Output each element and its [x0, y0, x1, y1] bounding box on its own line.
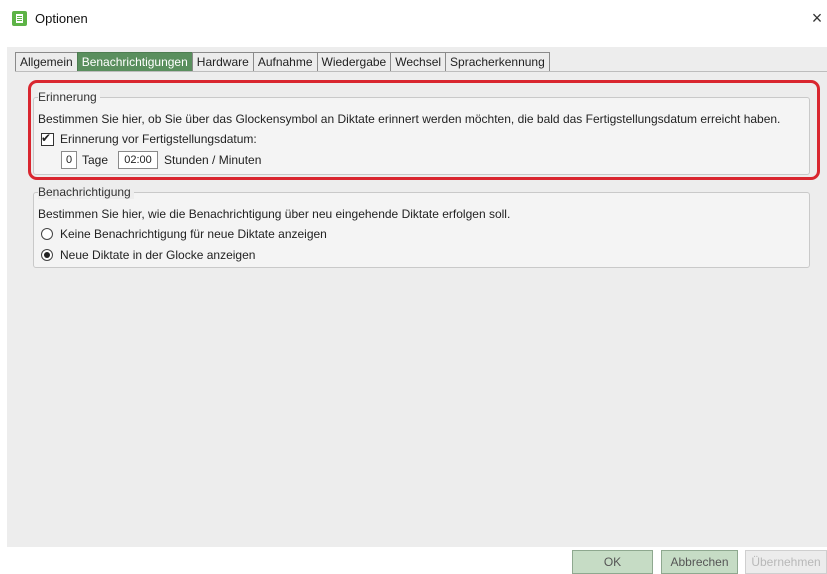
apply-button[interactable]: Übernehmen [745, 550, 827, 574]
time-input[interactable]: 02:00 [118, 151, 158, 169]
reminder-legend: Erinnerung [38, 90, 100, 104]
notification-description: Bestimmen Sie hier, wie die Benachrichti… [38, 207, 511, 221]
time-label: Stunden / Minuten [164, 153, 262, 167]
tab-wechsel[interactable]: Wechsel [390, 52, 447, 72]
title-bar: Optionen × [0, 0, 827, 40]
tab-strip: Allgemein Benachrichtigungen Hardware Au… [15, 52, 550, 72]
radio-selected-dot [44, 252, 50, 258]
tab-benachrichtigungen[interactable]: Benachrichtigungen [76, 52, 193, 72]
radio-no-notification[interactable] [41, 228, 53, 240]
window-title: Optionen [35, 11, 88, 26]
days-input[interactable]: 0 [61, 151, 77, 169]
ok-button[interactable]: OK [572, 550, 653, 574]
tab-aufnahme[interactable]: Aufnahme [252, 52, 318, 72]
tab-allgemein[interactable]: Allgemein [15, 52, 78, 72]
tab-hardware[interactable]: Hardware [191, 52, 254, 72]
radio-no-notification-label[interactable]: Keine Benachrichtigung für neue Diktate … [60, 227, 327, 241]
notification-legend: Benachrichtigung [38, 185, 134, 199]
tab-spracherkennung[interactable]: Spracherkennung [445, 52, 550, 72]
checkmark-icon: ✔ [41, 131, 52, 145]
app-document-icon [12, 11, 27, 26]
cancel-button[interactable]: Abbrechen [661, 550, 738, 574]
reminder-checkbox[interactable]: ✔ [41, 131, 54, 146]
tab-wiedergabe[interactable]: Wiedergabe [316, 52, 392, 72]
reminder-description: Bestimmen Sie hier, ob Sie über das Gloc… [38, 112, 781, 126]
radio-bell-notification-label[interactable]: Neue Diktate in der Glocke anzeigen [60, 248, 255, 262]
radio-bell-notification[interactable] [41, 249, 53, 261]
days-label: Tage [82, 153, 109, 167]
reminder-checkbox-label[interactable]: Erinnerung vor Fertigstellungsdatum: [60, 132, 257, 146]
close-button[interactable]: × [807, 7, 827, 29]
tab-divider [15, 71, 827, 72]
